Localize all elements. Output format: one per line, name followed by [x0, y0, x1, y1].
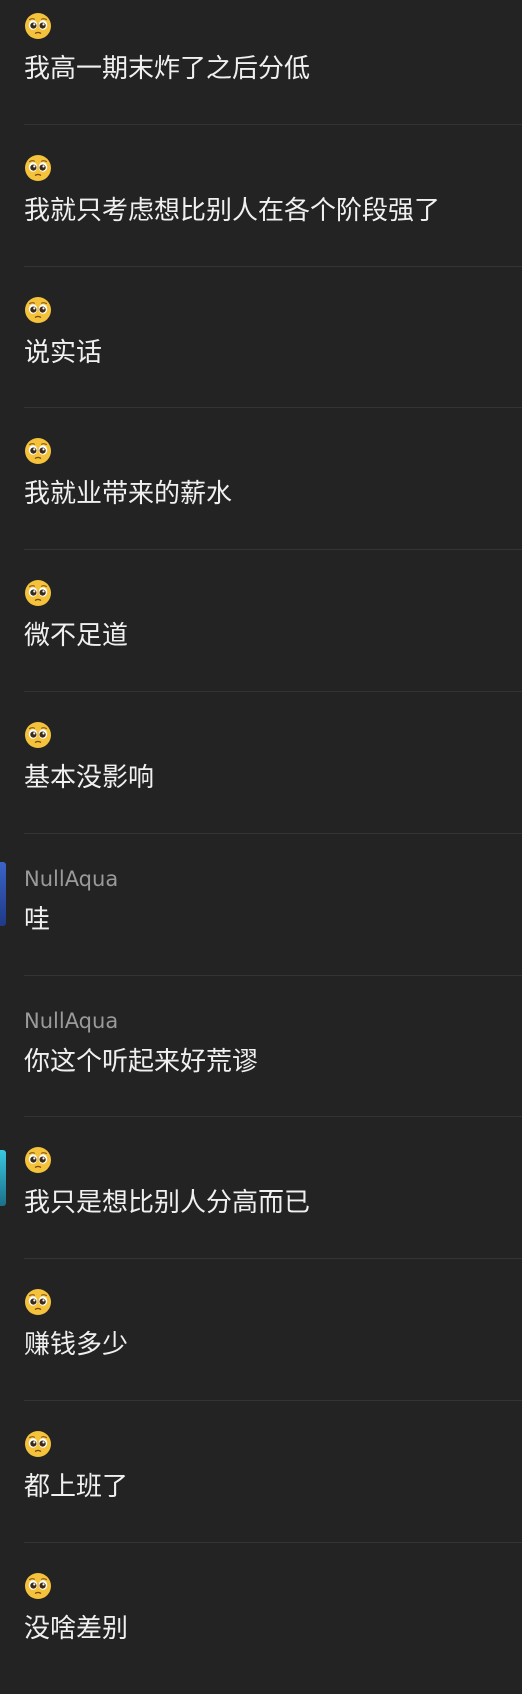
pleading-face-emoji-icon[interactable] — [24, 721, 52, 749]
message-text: 说实话 — [24, 338, 103, 368]
message-row[interactable]: NullAqua 你这个听起来好荒谬 — [0, 975, 522, 1117]
sender-name[interactable]: NullAqua — [24, 867, 118, 891]
message-text: 赚钱多少 — [24, 1330, 129, 1360]
message-text: 基本没影响 — [24, 763, 155, 793]
message-text: 我高一期末炸了之后分低 — [24, 54, 311, 84]
message-row[interactable]: NullAqua 哇 — [0, 833, 522, 975]
message-text: 你这个听起来好荒谬 — [24, 1047, 259, 1077]
pleading-face-emoji-icon[interactable] — [24, 1572, 52, 1600]
message-row[interactable]: 我就只考虑想比别人在各个阶段强了 — [0, 124, 522, 266]
chat-message-list[interactable]: 我高一期末炸了之后分低我就只考虑想比别人在各个阶段强了 说实话我就业带来的薪水 微不… — [0, 0, 522, 1694]
message-text: 哇 — [24, 905, 51, 935]
message-separator — [24, 549, 522, 550]
message-separator — [24, 1400, 522, 1401]
message-row[interactable]: 我高一期末炸了之后分低 — [0, 0, 522, 124]
message-separator — [24, 1542, 522, 1543]
message-separator — [24, 833, 522, 834]
message-text: 我只是想比别人分高而已 — [24, 1188, 311, 1218]
message-text: 微不足道 — [24, 621, 129, 651]
message-separator — [24, 975, 522, 976]
pleading-face-emoji-icon[interactable] — [24, 579, 52, 607]
message-row[interactable]: 微不足道 — [0, 549, 522, 691]
message-row[interactable]: 没啥差别 — [0, 1542, 522, 1684]
message-row[interactable]: 都上班了 — [0, 1400, 522, 1542]
message-text: 我就业带来的薪水 — [24, 479, 233, 509]
pleading-face-emoji-icon[interactable] — [24, 12, 52, 40]
sender-name[interactable]: NullAqua — [24, 1009, 118, 1033]
pleading-face-emoji-icon[interactable] — [24, 1146, 52, 1174]
message-row[interactable]: 赚钱多少 — [0, 1258, 522, 1400]
message-separator — [24, 407, 522, 408]
message-separator — [24, 124, 522, 125]
message-row[interactable]: 我就业带来的薪水 — [0, 407, 522, 549]
pleading-face-emoji-icon[interactable] — [24, 1430, 52, 1458]
message-separator — [24, 266, 522, 267]
message-row[interactable]: 说实话 — [0, 266, 522, 408]
message-separator — [24, 1116, 522, 1117]
message-separator — [24, 691, 522, 692]
message-text: 我就只考虑想比别人在各个阶段强了 — [24, 196, 441, 226]
pleading-face-emoji-icon[interactable] — [24, 1288, 52, 1316]
message-row[interactable]: 基本没影响 — [0, 691, 522, 833]
pleading-face-emoji-icon[interactable] — [24, 296, 52, 324]
pleading-face-emoji-icon[interactable] — [24, 437, 52, 465]
pleading-face-emoji-icon[interactable] — [24, 154, 52, 182]
message-text: 都上班了 — [24, 1472, 129, 1502]
message-row[interactable]: 我只是想比别人分高而已 — [0, 1116, 522, 1258]
message-separator — [24, 1258, 522, 1259]
message-text: 没啥差别 — [24, 1614, 129, 1644]
